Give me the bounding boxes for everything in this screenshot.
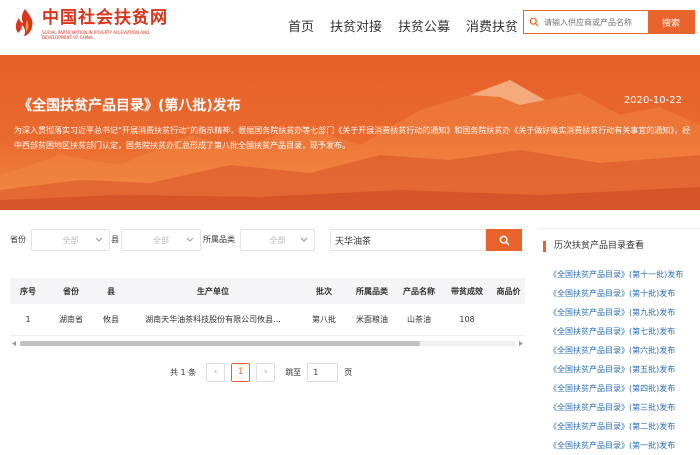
sidebar-item-batch-11[interactable]: 《全国扶贫产品目录》(第十一批)发布 xyxy=(549,265,683,284)
col-index: 序号 xyxy=(20,286,36,296)
flame-logo-icon xyxy=(12,8,38,38)
nav-home[interactable]: 首页 xyxy=(288,16,314,35)
cell-producer: 湖南天华油茶科技股份有限公司攸县... xyxy=(145,315,281,324)
col-price: 商品价 xyxy=(496,286,521,296)
current-page-button[interactable]: 1 xyxy=(231,362,251,382)
page-unit-label: 页 xyxy=(344,367,353,377)
cell-province: 湖南省 xyxy=(59,315,83,324)
province-select-value: 全部 xyxy=(62,235,79,245)
pagination: 共 1 条 ‹ 1 › 跳至 1 页 xyxy=(170,361,352,383)
sidebar-item-batch-6[interactable]: 《全国扶贫产品目录》(第六批)发布 xyxy=(549,341,683,360)
banner-description: 为深入贯彻落实习近平总书记“开展消费扶贫行动”的指示精神，根据国务院扶贫办等七部… xyxy=(14,126,691,150)
filter-bar: 省份 全部 县 全部 所属品类 全部 天华油茶 xyxy=(0,228,528,252)
nav-poverty-matching[interactable]: 扶贫对接 xyxy=(330,16,382,35)
table-horizontal-scrollbar[interactable] xyxy=(10,340,525,347)
chevron-down-icon xyxy=(300,237,308,242)
logo-title: 中国社会扶贫网 xyxy=(42,8,168,28)
banner-title: 《全国扶贫产品目录》(第八批)发布 xyxy=(18,98,241,114)
banner: 《全国扶贫产品目录》(第八批)发布 2020-10-22 为深入贯彻落实习近平总… xyxy=(0,55,700,210)
scroll-right-arrow-icon[interactable] xyxy=(517,340,525,347)
county-select-value: 全部 xyxy=(153,235,169,245)
sidebar-item-batch-9[interactable]: 《全国扶贫产品目录》(第九批)发布 xyxy=(549,303,683,322)
category-select-value: 全部 xyxy=(269,235,286,245)
header-search: 搜索 xyxy=(523,10,695,34)
county-select[interactable]: 全部 xyxy=(121,229,201,251)
page-jump-input[interactable]: 1 xyxy=(307,362,339,382)
sidebar-list: 《全国扶贫产品目录》(第十一批)发布 《全国扶贫产品目录》(第十批)发布 《全国… xyxy=(549,265,683,455)
chevron-down-icon xyxy=(95,237,103,242)
product-search-button[interactable] xyxy=(486,229,522,251)
col-poverty-effect: 带贫成效 xyxy=(451,286,483,296)
jump-label: 跳至 xyxy=(285,367,302,377)
cell-batch: 第八批 xyxy=(312,315,336,324)
sidebar-item-batch-2[interactable]: 《全国扶贫产品目录》(第二批)发布 xyxy=(549,417,683,436)
cell-category: 米面粮油 xyxy=(356,315,388,324)
next-page-button[interactable]: › xyxy=(256,362,276,382)
col-province: 省份 xyxy=(63,286,79,296)
search-icon xyxy=(524,11,540,33)
table-row[interactable]: 1 湖南省 攸县 湖南天华油茶科技股份有限公司攸县... 第八批 米面粮油 山茶… xyxy=(10,304,525,336)
cell-poverty-effect: 108 xyxy=(459,315,475,324)
sidebar-title: 历次扶贫产品目录查看 xyxy=(543,241,644,252)
chevron-down-icon xyxy=(186,237,194,242)
sidebar-item-batch-1[interactable]: 《全国扶贫产品目录》(第一批)发布 xyxy=(549,436,683,455)
sidebar-item-batch-7[interactable]: 《全国扶贫产品目录》(第七批)发布 xyxy=(549,322,683,341)
col-county: 县 xyxy=(107,286,115,296)
scrollbar-thumb[interactable] xyxy=(20,341,420,346)
site-header: 中国社会扶贫网 SOCIAL PARTICIPATION IN POVERTY … xyxy=(0,0,700,55)
sidebar-item-batch-5[interactable]: 《全国扶贫产品目录》(第五批)发布 xyxy=(549,360,683,379)
cell-county: 攸县 xyxy=(103,315,119,324)
sidebar-item-batch-4[interactable]: 《全国扶贫产品目录》(第四批)发布 xyxy=(549,379,683,398)
catalog-history-sidebar: 历次扶贫产品目录查看 《全国扶贫产品目录》(第十一批)发布 《全国扶贫产品目录》… xyxy=(537,228,700,450)
sidebar-item-batch-3[interactable]: 《全国扶贫产品目录》(第三批)发布 xyxy=(549,398,683,417)
header-search-button[interactable]: 搜索 xyxy=(648,11,694,33)
header-search-input[interactable] xyxy=(540,11,648,33)
table-header: 序号 省份 县 生产单位 批次 所属品类 产品名称 带贫成效 商品价 xyxy=(10,278,525,304)
nav-consumption-aid[interactable]: 消费扶贫 xyxy=(466,16,518,35)
scroll-left-arrow-icon[interactable] xyxy=(10,340,18,347)
logo-subtitle: SOCIAL PARTICIPATION IN POVERTY ALLEVIAT… xyxy=(42,30,150,40)
product-table: 序号 省份 县 生产单位 批次 所属品类 产品名称 带贫成效 商品价 1 湖南省… xyxy=(10,278,525,348)
province-select[interactable]: 全部 xyxy=(31,229,110,251)
prev-page-button[interactable]: ‹ xyxy=(206,362,226,382)
col-batch: 批次 xyxy=(316,286,332,296)
nav-public-fundraising[interactable]: 扶贫公募 xyxy=(398,16,450,35)
search-icon xyxy=(499,235,509,245)
cell-product-name: 山茶油 xyxy=(407,315,431,324)
county-label: 县 xyxy=(111,235,119,244)
col-category: 所属品类 xyxy=(356,286,388,296)
banner-date: 2020-10-22 xyxy=(623,95,682,106)
province-label: 省份 xyxy=(10,235,26,244)
category-label: 所属品类 xyxy=(203,235,235,244)
product-search-input[interactable]: 天华油茶 xyxy=(330,229,486,251)
col-product-name: 产品名称 xyxy=(403,286,435,296)
cell-index: 1 xyxy=(25,315,31,324)
category-select[interactable]: 全部 xyxy=(240,229,315,251)
total-count: 共 1 条 xyxy=(170,367,197,377)
col-producer: 生产单位 xyxy=(197,286,229,296)
sidebar-item-batch-10[interactable]: 《全国扶贫产品目录》(第十批)发布 xyxy=(549,284,683,303)
main-nav: 首页 扶贫对接 扶贫公募 消费扶贫 xyxy=(288,16,534,35)
site-logo[interactable]: 中国社会扶贫网 SOCIAL PARTICIPATION IN POVERTY … xyxy=(12,8,172,40)
